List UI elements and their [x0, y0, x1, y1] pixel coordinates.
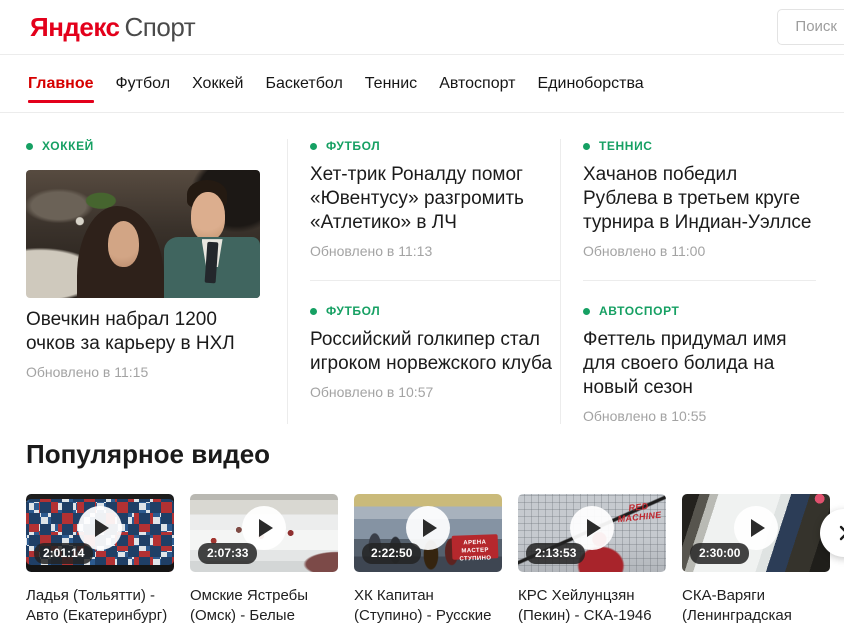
category-link-autosport[interactable]: АВТОСПОРТ	[583, 304, 816, 318]
story-updated-time: Обновлено в 11:00	[583, 243, 706, 259]
video-card[interactable]: 2:07:33 Омские Ястребы (Омск) - Белые Ме…	[190, 494, 338, 629]
tab-futbol[interactable]: Футбол	[116, 75, 171, 112]
featured-story-column: ХОККЕЙ Овечкин набрал 1200 очков за карь…	[26, 139, 260, 424]
logo-yandex: Яндекс	[30, 11, 120, 42]
category-dot-icon	[310, 307, 317, 315]
video-thumbnail[interactable]: RED MACHINE 2:13:53	[518, 494, 666, 572]
play-triangle-icon	[95, 519, 109, 538]
tab-tennis[interactable]: Теннис	[365, 75, 417, 112]
video-thumbnail[interactable]: 2:07:33	[190, 494, 338, 572]
stories-column-2: ФУТБОЛ Хет-трик Роналду помог «Ювентусу»…	[287, 139, 560, 424]
tab-glavnoe[interactable]: Главное	[28, 75, 94, 112]
category-dot-icon	[26, 142, 33, 150]
story-divider	[310, 280, 560, 281]
site-header: Яндекс Спорт Поиск	[0, 0, 844, 55]
video-card[interactable]: 2:01:14 Ладья (Тольятти) - Авто (Екатери…	[26, 494, 174, 629]
thumbnail-banner-text: RED MACHINE	[617, 501, 663, 525]
story-updated-time: Обновлено в 10:55	[583, 408, 707, 424]
popular-videos-section: Популярное видео 2:01:14 Ладья (Тольятти…	[26, 439, 844, 629]
story-headline[interactable]: Хет-трик Роналду помог «Ювентусу» разгро…	[310, 163, 560, 235]
story-headline[interactable]: Российский голкипер стал игроком норвежс…	[310, 328, 560, 376]
stories-column-3: ТЕННИС Хачанов победил Рублева в третьем…	[560, 139, 816, 424]
category-link-hockey[interactable]: ХОККЕЙ	[26, 139, 260, 153]
play-triangle-icon	[751, 519, 765, 538]
tab-avtosport[interactable]: Автоспорт	[439, 75, 515, 112]
video-carousel: 2:01:14 Ладья (Тольятти) - Авто (Екатери…	[26, 494, 844, 629]
tab-edinoborstva[interactable]: Единоборства	[538, 75, 644, 112]
search-button[interactable]: Поиск	[777, 9, 844, 45]
story-headline[interactable]: Феттель придумал имя для своего болида н…	[583, 328, 816, 400]
photo-shape	[107, 221, 140, 268]
play-triangle-icon	[423, 519, 437, 538]
story-updated-time: Обновлено в 10:57	[310, 384, 434, 400]
video-thumbnail[interactable]: АРЕНА МАСТЕР СТУПИНО 2:22:50	[354, 494, 502, 572]
category-label: ХОККЕЙ	[42, 139, 94, 153]
video-title[interactable]: Ладья (Тольятти) - Авто (Екатеринбург)	[26, 586, 174, 626]
video-card[interactable]: 2:30:00 СКА-Варяги (Ленинградская област…	[682, 494, 830, 629]
category-link-tennis[interactable]: ТЕННИС	[583, 139, 816, 153]
category-link-football[interactable]: ФУТБОЛ	[310, 139, 560, 153]
story-divider	[583, 280, 816, 281]
tab-hokkey[interactable]: Хоккей	[192, 75, 243, 112]
category-dot-icon	[583, 142, 590, 150]
story-headline[interactable]: Овечкин набрал 1200 очков за карьеру в Н…	[26, 308, 260, 356]
category-label: ТЕННИС	[599, 139, 653, 153]
featured-story-photo[interactable]	[26, 170, 260, 298]
category-label: ФУТБОЛ	[326, 139, 381, 153]
tab-basketbol[interactable]: Баскетбол	[265, 75, 342, 112]
sports-nav: Главное Футбол Хоккей Баскетбол Теннис А…	[0, 55, 844, 113]
play-triangle-icon	[587, 519, 601, 538]
video-duration-badge: 2:13:53	[526, 543, 586, 564]
video-title[interactable]: СКА-Варяги (Ленинградская область) - МХК…	[682, 586, 830, 629]
story-updated-time: Обновлено в 11:15	[26, 364, 149, 380]
main-content: ХОККЕЙ Овечкин набрал 1200 очков за карь…	[0, 139, 844, 629]
category-dot-icon	[583, 307, 590, 315]
video-card[interactable]: АРЕНА МАСТЕР СТУПИНО 2:22:50 ХК Капитан …	[354, 494, 502, 629]
video-title[interactable]: КРС Хейлунцзян (Пекин) - СКА-1946 (Санкт…	[518, 586, 666, 629]
story-headline[interactable]: Хачанов победил Рублева в третьем круге …	[583, 163, 816, 235]
video-thumbnail[interactable]: 2:01:14	[26, 494, 174, 572]
photo-shape	[190, 191, 225, 241]
category-link-football[interactable]: ФУТБОЛ	[310, 304, 560, 318]
video-thumbnail[interactable]: 2:30:00	[682, 494, 830, 572]
video-duration-badge: 2:22:50	[362, 543, 422, 564]
video-duration-badge: 2:30:00	[690, 543, 750, 564]
yandex-sport-logo[interactable]: Яндекс Спорт	[30, 11, 196, 43]
video-duration-badge: 2:07:33	[198, 543, 258, 564]
popular-videos-title: Популярное видео	[26, 439, 271, 469]
story-updated-time: Обновлено в 11:13	[310, 243, 433, 259]
play-triangle-icon	[259, 519, 273, 538]
video-title[interactable]: ХК Капитан (Ступино) - Русские Витязи (Ч…	[354, 586, 502, 629]
video-title[interactable]: Омские Ястребы (Омск) - Белые Медведи (Ч…	[190, 586, 338, 629]
thumbnail-banner-text: АРЕНА МАСТЕР СТУПИНО	[451, 533, 499, 562]
video-duration-badge: 2:01:14	[34, 543, 94, 564]
category-label: АВТОСПОРТ	[599, 304, 680, 318]
category-dot-icon	[310, 142, 317, 150]
logo-sport: Спорт	[124, 11, 196, 42]
category-label: ФУТБОЛ	[326, 304, 381, 318]
top-stories-grid: ХОККЕЙ Овечкин набрал 1200 очков за карь…	[26, 139, 830, 424]
chevron-right-icon	[839, 525, 844, 541]
video-card[interactable]: RED MACHINE 2:13:53 КРС Хейлунцзян (Пеки…	[518, 494, 666, 629]
